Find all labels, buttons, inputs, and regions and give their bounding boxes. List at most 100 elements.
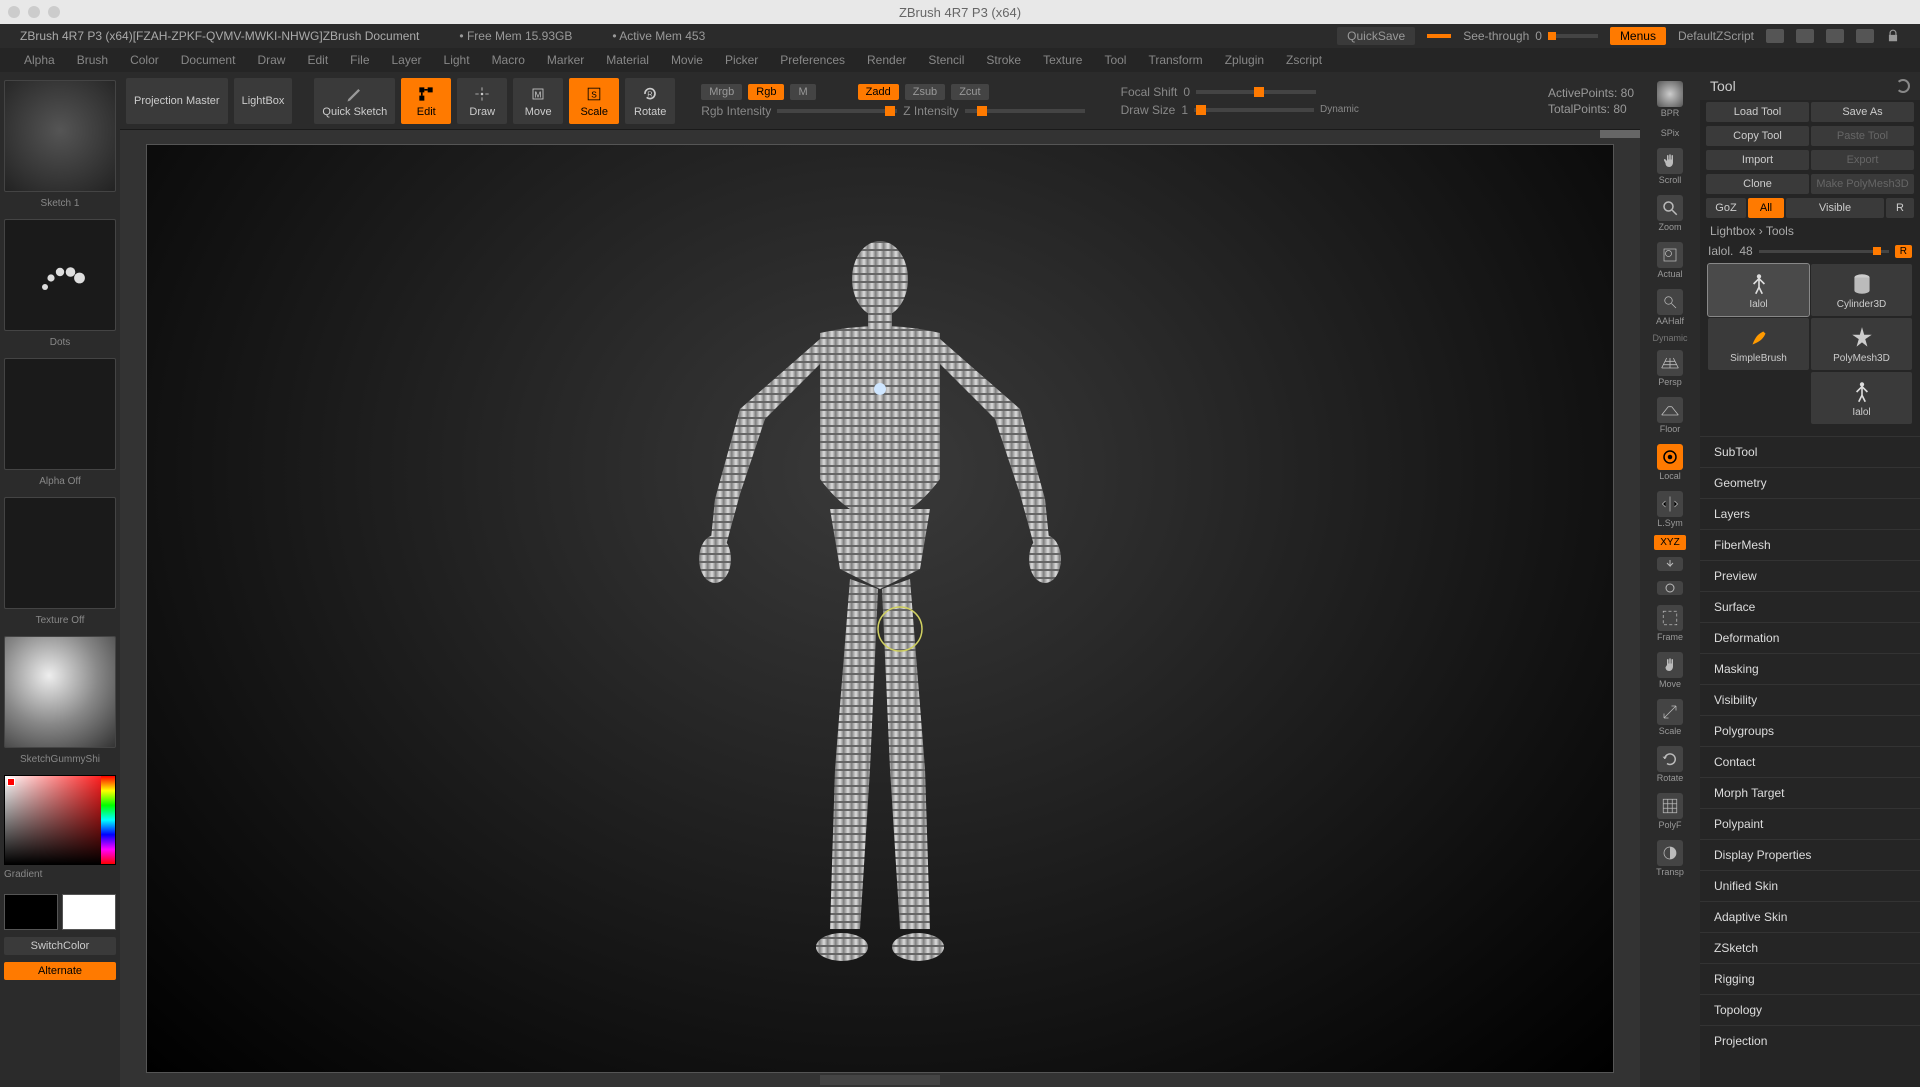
tray-left-icon[interactable]: [1766, 29, 1784, 43]
goz-all-button[interactable]: All: [1748, 198, 1784, 218]
switchcolor-button[interactable]: SwitchColor: [4, 937, 116, 955]
goz-r-button[interactable]: R: [1886, 198, 1914, 218]
section-polypaint[interactable]: Polypaint: [1700, 808, 1920, 839]
lightbox-button[interactable]: LightBox: [234, 78, 293, 124]
import-button[interactable]: Import: [1706, 150, 1809, 170]
color-picker[interactable]: [4, 775, 116, 865]
refresh-icon[interactable]: [1896, 79, 1910, 93]
rgb-button[interactable]: Rgb: [748, 84, 784, 100]
tool-tile-cylinder[interactable]: Cylinder3D: [1811, 264, 1912, 316]
spix-button[interactable]: SPix: [1646, 125, 1694, 141]
goz-button[interactable]: GoZ: [1706, 198, 1746, 218]
menu-texture[interactable]: Texture: [1043, 53, 1082, 67]
export-button[interactable]: Export: [1811, 150, 1914, 170]
section-projection[interactable]: Projection: [1700, 1025, 1920, 1056]
menu-draw[interactable]: Draw: [257, 53, 285, 67]
edit-mode-button[interactable]: Edit: [401, 78, 451, 124]
menus-toggle[interactable]: Menus: [1610, 27, 1666, 45]
r-badge[interactable]: R: [1895, 245, 1912, 258]
zadd-button[interactable]: Zadd: [858, 84, 899, 100]
tool-tile-polymesh[interactable]: PolyMesh3D: [1811, 318, 1912, 370]
section-morph-target[interactable]: Morph Target: [1700, 777, 1920, 808]
stroke-thumb[interactable]: [4, 219, 116, 331]
section-display-properties[interactable]: Display Properties: [1700, 839, 1920, 870]
menu-edit[interactable]: Edit: [307, 53, 328, 67]
menu-color[interactable]: Color: [130, 53, 159, 67]
section-polygroups[interactable]: Polygroups: [1700, 715, 1920, 746]
draw-size-slider[interactable]: [1194, 108, 1314, 112]
menu-document[interactable]: Document: [181, 53, 236, 67]
rotate-nav-button[interactable]: Rotate: [1646, 743, 1694, 786]
lsym-button[interactable]: L.Sym: [1646, 488, 1694, 531]
menu-preferences[interactable]: Preferences: [780, 53, 845, 67]
menu-layer[interactable]: Layer: [392, 53, 422, 67]
menu-movie[interactable]: Movie: [671, 53, 703, 67]
section-layers[interactable]: Layers: [1700, 498, 1920, 529]
menu-transform[interactable]: Transform: [1148, 53, 1202, 67]
section-surface[interactable]: Surface: [1700, 591, 1920, 622]
draw-mode-button[interactable]: Draw: [457, 78, 507, 124]
layout-icon[interactable]: [1826, 29, 1844, 43]
section-preview[interactable]: Preview: [1700, 560, 1920, 591]
paste-tool-button[interactable]: Paste Tool: [1811, 126, 1914, 146]
default-zscript-label[interactable]: DefaultZScript: [1678, 29, 1754, 43]
minimize-window-button[interactable]: [28, 6, 40, 18]
section-contact[interactable]: Contact: [1700, 746, 1920, 777]
zoom-button[interactable]: Zoom: [1646, 192, 1694, 235]
xyz-button[interactable]: XYZ: [1654, 535, 1685, 550]
gradient-label[interactable]: Gradient: [4, 869, 116, 880]
section-rigging[interactable]: Rigging: [1700, 963, 1920, 994]
rotate-mode-button[interactable]: R Rotate: [625, 78, 675, 124]
tool-preview-slider[interactable]: Ialol. 48 R: [1700, 242, 1920, 260]
quicksketch-button[interactable]: Quick Sketch: [314, 78, 395, 124]
scale-mode-button[interactable]: S Scale: [569, 78, 619, 124]
hue-strip[interactable]: [101, 776, 115, 864]
brush-thumb[interactable]: [4, 80, 116, 192]
section-deformation[interactable]: Deformation: [1700, 622, 1920, 653]
swatch-secondary[interactable]: [62, 894, 116, 930]
polyf-button[interactable]: PolyF: [1646, 790, 1694, 833]
menu-picker[interactable]: Picker: [725, 53, 758, 67]
projection-master-button[interactable]: Projection Master: [126, 78, 228, 124]
zcut-button[interactable]: Zcut: [951, 84, 988, 100]
floor-button[interactable]: Floor: [1646, 394, 1694, 437]
menu-zplugin[interactable]: Zplugin: [1225, 53, 1264, 67]
swatch-main[interactable]: [4, 894, 58, 930]
zsub-button[interactable]: Zsub: [905, 84, 945, 100]
quicksave-button[interactable]: QuickSave: [1337, 27, 1415, 45]
scale-nav-button[interactable]: Scale: [1646, 696, 1694, 739]
3d-viewport[interactable]: [146, 144, 1614, 1073]
actual-button[interactable]: Actual: [1646, 239, 1694, 282]
tool-tile-simplebrush[interactable]: SimpleBrush: [1708, 318, 1809, 370]
rgb-intensity-slider[interactable]: [777, 109, 897, 113]
section-fibermesh[interactable]: FiberMesh: [1700, 529, 1920, 560]
menu-material[interactable]: Material: [606, 53, 649, 67]
transp-button[interactable]: Transp: [1646, 837, 1694, 880]
texture-thumb[interactable]: [4, 497, 116, 609]
persp-button[interactable]: Persp: [1646, 347, 1694, 390]
material-thumb[interactable]: [4, 636, 116, 748]
dynamic-label[interactable]: Dynamic: [1320, 104, 1359, 115]
section-adaptive-skin[interactable]: Adaptive Skin: [1700, 901, 1920, 932]
m-button[interactable]: M: [790, 84, 815, 100]
pivot2-button[interactable]: [1646, 578, 1694, 598]
menu-light[interactable]: Light: [444, 53, 470, 67]
menu-alpha[interactable]: Alpha: [24, 53, 55, 67]
maximize-window-button[interactable]: [48, 6, 60, 18]
menu-file[interactable]: File: [350, 53, 369, 67]
clone-button[interactable]: Clone: [1706, 174, 1809, 194]
menu-marker[interactable]: Marker: [547, 53, 584, 67]
tool-breadcrumb[interactable]: Lightbox › Tools: [1700, 220, 1920, 242]
menu-stencil[interactable]: Stencil: [928, 53, 964, 67]
close-window-button[interactable]: [8, 6, 20, 18]
menu-macro[interactable]: Macro: [492, 53, 525, 67]
tray-right-icon[interactable]: [1796, 29, 1814, 43]
goz-visible-button[interactable]: Visible: [1786, 198, 1884, 218]
alternate-button[interactable]: Alternate: [4, 962, 116, 980]
z-intensity-slider[interactable]: [965, 109, 1085, 113]
make-polymesh-button[interactable]: Make PolyMesh3D: [1811, 174, 1914, 194]
copy-tool-button[interactable]: Copy Tool: [1706, 126, 1809, 146]
section-unified-skin[interactable]: Unified Skin: [1700, 870, 1920, 901]
section-visibility[interactable]: Visibility: [1700, 684, 1920, 715]
focal-shift-slider[interactable]: [1196, 90, 1316, 94]
